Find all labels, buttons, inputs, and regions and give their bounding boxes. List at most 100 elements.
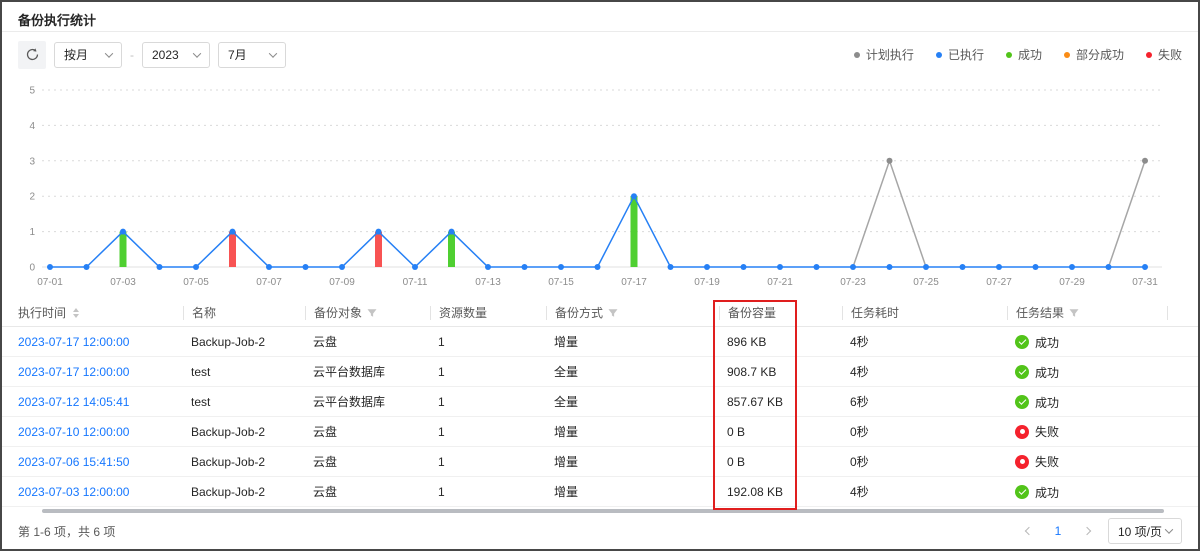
svg-text:1: 1 — [29, 227, 35, 238]
execution-time-link[interactable]: 2023-07-12 14:05:41 — [18, 395, 129, 409]
cell-name: test — [183, 395, 305, 409]
status-label: 成功 — [1035, 334, 1059, 351]
legend-dot-icon — [1146, 52, 1152, 58]
cell-result: 成功 — [1007, 332, 1167, 351]
legend-label: 计划执行 — [866, 46, 914, 63]
toolbar: 按月 - 2023 7月 计划执行已执行成功部分成功失败 — [2, 32, 1198, 77]
check-circle-icon — [1015, 485, 1029, 499]
chart-legend: 计划执行 已执行 成功 部分成功 失败 — [854, 46, 1182, 63]
close-circle-icon — [1015, 425, 1029, 439]
chevron-left-icon — [1025, 527, 1033, 535]
svg-text:07-09: 07-09 — [329, 277, 355, 288]
period-select[interactable]: 按月 — [54, 42, 122, 68]
cell-name: Backup-Job-2 — [183, 485, 305, 499]
header-label: 任务耗时 — [851, 304, 899, 321]
year-select[interactable]: 2023 — [142, 42, 210, 68]
table-row: 2023-07-06 15:41:50Backup-Job-2云盘1增量0 B0… — [2, 447, 1198, 477]
legend-dot-icon — [1064, 52, 1070, 58]
cell-capacity: 192.08 KB — [719, 485, 842, 499]
status-label: 成功 — [1035, 484, 1059, 501]
legend-item-4[interactable]: 失败 — [1146, 46, 1182, 63]
legend-item-3[interactable]: 部分成功 — [1064, 46, 1124, 63]
page-size-select[interactable]: 10 项/页 — [1108, 518, 1182, 544]
month-select[interactable]: 7月 — [218, 42, 286, 68]
cell-method: 全量 — [546, 363, 719, 380]
svg-text:07-13: 07-13 — [475, 277, 501, 288]
legend-label: 失败 — [1158, 46, 1182, 63]
cell-duration: 4秒 — [842, 333, 1007, 350]
svg-text:07-01: 07-01 — [37, 277, 63, 288]
filter-icon[interactable] — [367, 308, 377, 318]
header-label: 名称 — [192, 304, 216, 321]
header-label: 备份方式 — [555, 304, 603, 321]
cell-target: 云平台数据库 — [305, 363, 430, 380]
cell-capacity: 857.67 KB — [719, 395, 842, 409]
sort-icon[interactable] — [73, 308, 79, 318]
header-cell-4[interactable]: 备份方式 — [546, 306, 719, 320]
legend-item-0[interactable]: 计划执行 — [854, 46, 914, 63]
cell-time: 2023-07-10 12:00:00 — [18, 425, 183, 439]
check-circle-icon — [1015, 335, 1029, 349]
next-page-button[interactable] — [1076, 520, 1098, 542]
cell-name: Backup-Job-2 — [183, 425, 305, 439]
svg-text:07-25: 07-25 — [913, 277, 939, 288]
legend-item-2[interactable]: 成功 — [1006, 46, 1042, 63]
table-row: 2023-07-10 12:00:00Backup-Job-2云盘1增量0 B0… — [2, 417, 1198, 447]
refresh-button[interactable] — [18, 41, 46, 69]
prev-page-button[interactable] — [1018, 520, 1040, 542]
status-badge: 失败 — [1015, 423, 1059, 440]
chevron-down-icon — [1165, 525, 1173, 533]
execution-time-link[interactable]: 2023-07-03 12:00:00 — [18, 485, 129, 499]
svg-text:07-15: 07-15 — [548, 277, 574, 288]
legend-dot-icon — [854, 52, 860, 58]
header-cell-0[interactable]: 执行时间 — [18, 306, 183, 320]
title-bar: 备份执行统计 — [2, 2, 1198, 32]
filter-icon[interactable] — [1069, 308, 1079, 318]
svg-text:07-21: 07-21 — [767, 277, 793, 288]
svg-text:5: 5 — [29, 86, 35, 97]
pagination-summary: 第 1-6 项，共 6 项 — [18, 523, 115, 540]
cell-target: 云盘 — [305, 333, 430, 350]
cell-result: 成功 — [1007, 392, 1167, 411]
page-size-value: 10 项/页 — [1118, 523, 1162, 540]
table-row: 2023-07-12 14:05:41test云平台数据库1全量857.67 K… — [2, 387, 1198, 417]
filter-icon[interactable] — [608, 308, 618, 318]
cell-name: Backup-Job-2 — [183, 335, 305, 349]
execution-time-link[interactable]: 2023-07-17 12:00:00 — [18, 335, 129, 349]
execution-time-link[interactable]: 2023-07-10 12:00:00 — [18, 425, 129, 439]
svg-text:07-03: 07-03 — [110, 277, 136, 288]
header-label: 资源数量 — [439, 304, 487, 321]
header-cell-3: 资源数量 — [430, 306, 546, 320]
cell-result: 失败 — [1007, 453, 1167, 470]
execution-time-link[interactable]: 2023-07-06 15:41:50 — [18, 455, 129, 469]
header-cell-6: 任务耗时 — [842, 306, 1007, 320]
backup-statistics-panel: 备份执行统计 按月 - 2023 7月 计划执行已执行成功部分成功失败 0123… — [0, 0, 1200, 551]
status-label: 成功 — [1035, 394, 1059, 411]
header-label: 备份对象 — [314, 304, 362, 321]
cell-resource_count: 1 — [430, 335, 546, 349]
cell-capacity: 908.7 KB — [719, 365, 842, 379]
table-row: 2023-07-17 12:00:00test云平台数据库1全量908.7 KB… — [2, 357, 1198, 387]
header-cell-2[interactable]: 备份对象 — [305, 306, 430, 320]
header-cell-7[interactable]: 任务结果 — [1007, 306, 1167, 320]
cell-target: 云平台数据库 — [305, 393, 430, 410]
svg-text:07-17: 07-17 — [621, 277, 647, 288]
chart-area: 01234507-0107-0307-0507-0707-0907-1107-1… — [2, 77, 1198, 299]
status-badge: 成功 — [1015, 364, 1059, 381]
chevron-down-icon — [193, 49, 201, 57]
page-number[interactable]: 1 — [1050, 524, 1066, 538]
chevron-down-icon — [269, 49, 277, 57]
table-body: 2023-07-17 12:00:00Backup-Job-2云盘1增量896 … — [2, 327, 1198, 507]
cell-name: Backup-Job-2 — [183, 455, 305, 469]
pagination: 1 10 项/页 — [1018, 518, 1182, 544]
svg-text:07-29: 07-29 — [1059, 277, 1085, 288]
status-label: 失败 — [1035, 423, 1059, 440]
cell-resource_count: 1 — [430, 395, 546, 409]
header-cell-1: 名称 — [183, 306, 305, 320]
period-select-value: 按月 — [64, 46, 88, 63]
status-label: 失败 — [1035, 453, 1059, 470]
status-badge: 成功 — [1015, 334, 1059, 351]
execution-time-link[interactable]: 2023-07-17 12:00:00 — [18, 365, 129, 379]
cell-resource_count: 1 — [430, 425, 546, 439]
legend-item-1[interactable]: 已执行 — [936, 46, 984, 63]
